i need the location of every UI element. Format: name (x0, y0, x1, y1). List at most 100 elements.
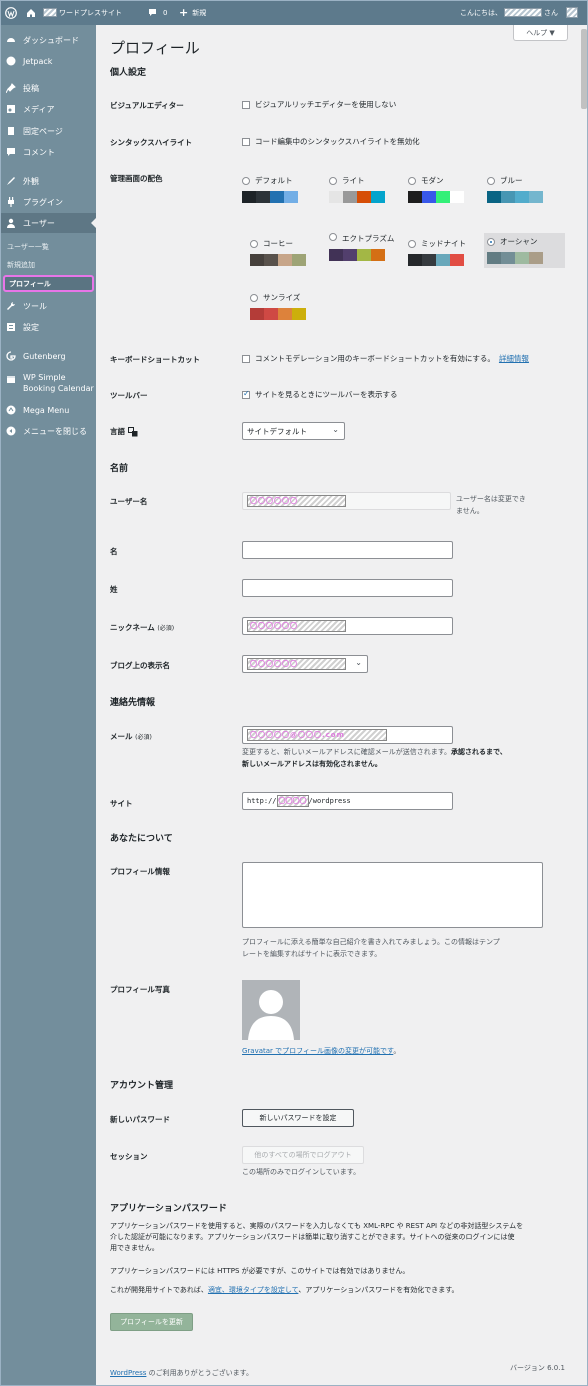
environment-type-link[interactable]: 適宜、環境タイプを設定して (208, 1286, 298, 1294)
wordpress-logo-icon[interactable] (5, 0, 17, 25)
checkbox-box[interactable] (242, 137, 250, 146)
radio-button[interactable] (242, 176, 250, 185)
color-scheme-option[interactable]: エクトプラズム (329, 233, 404, 261)
avatar-small (566, 7, 578, 18)
color-scheme-option[interactable]: サンライズ (250, 292, 325, 320)
gravatar-link[interactable]: Gravatar でプロフィール画像の変更が可能です (242, 1047, 393, 1055)
more-info-link[interactable]: 詳細情報 (499, 353, 529, 364)
sidebar-item-appearance[interactable]: 外観 (0, 171, 96, 191)
color-swatch (292, 308, 306, 320)
translate-icon (128, 426, 138, 436)
language-select[interactable]: サイトデフォルト ⌄ (242, 422, 345, 440)
calendar-icon (7, 376, 15, 383)
tools-icon (7, 302, 15, 310)
dashboard-icon (7, 38, 15, 42)
color-scheme-option[interactable]: コーヒー (250, 238, 325, 266)
sidebar-item-media[interactable]: メディア (0, 99, 96, 119)
session-note: この場所のみでログインしています。 (242, 1168, 361, 1176)
color-scheme-option[interactable]: オーシャン (484, 233, 565, 268)
sidebar-item-tools[interactable]: ツール (0, 296, 96, 316)
last-name-field[interactable] (242, 579, 453, 597)
radio-button[interactable] (250, 239, 258, 248)
submenu-add-new[interactable]: 新規追加 (0, 257, 96, 272)
logout-everywhere-button[interactable]: 他のすべての場所でログアウト (242, 1146, 364, 1164)
comment-bubble-icon (149, 9, 156, 16)
radio-button[interactable] (329, 233, 337, 241)
keyboard-shortcuts-checkbox[interactable]: コメントモデレーション用のキーボードショートカットを有効にする。 詳細情報 (242, 353, 529, 364)
color-scheme-name: ライト (342, 176, 365, 185)
visual-editor-checkbox[interactable]: ビジュアルリッチエディターを使用しない (242, 99, 396, 110)
color-swatch (278, 254, 292, 266)
first-name-field[interactable] (242, 541, 453, 559)
set-new-password-button[interactable]: 新しいパスワードを設定 (242, 1109, 354, 1127)
radio-button[interactable] (487, 176, 495, 185)
radio-button[interactable] (250, 293, 258, 302)
sidebar-item-pages[interactable]: 固定ページ (0, 121, 96, 141)
toolbar-checkbox[interactable]: サイトを見るときにツールバーを表示する (242, 389, 398, 400)
comments-link[interactable]: 0 (148, 0, 167, 25)
my-account-link[interactable]: こんにちは、 さん (460, 0, 578, 25)
color-scheme-option[interactable]: デフォルト (242, 175, 317, 203)
gravatar-note: Gravatar でプロフィール画像の変更が可能です。 (242, 1047, 401, 1055)
checkbox-checked-box[interactable] (242, 389, 250, 399)
main-content: ヘルプ ▼ プロフィール 個人設定 ビジュアルエディター ビジュアルリッチエディ… (96, 25, 588, 1386)
sidebar-item-posts[interactable]: 投稿 (0, 78, 96, 98)
site-home-link[interactable]: ワードプレスサイト (26, 0, 122, 25)
radio-button[interactable] (329, 176, 337, 185)
sidebar-item-users[interactable]: ユーザー (0, 213, 96, 233)
radio-button[interactable] (408, 239, 416, 248)
radio-button[interactable] (408, 176, 416, 185)
sidebar-item-plugins[interactable]: プラグイン (0, 192, 96, 212)
apppass-description: アプリケーションパスワードを使用すると、実際のパスワードを入力しなくても XML… (110, 1222, 524, 1252)
color-swatch (256, 191, 270, 203)
display-name-select[interactable]: 〇〇〇〇〇〇 ⌄ (242, 655, 368, 673)
new-content-link[interactable]: + 新規 (179, 0, 206, 25)
submenu-user-list[interactable]: ユーザー一覧 (0, 239, 96, 254)
color-scheme-option[interactable]: ミッドナイト (408, 238, 483, 266)
color-swatch (329, 249, 343, 261)
syntax-highlight-label: シンタックスハイライト (110, 138, 193, 147)
media-icon (7, 105, 15, 113)
wordpress-link[interactable]: WordPress (110, 1369, 146, 1377)
color-swatch (408, 254, 422, 266)
about-yourself-heading: あなたについて (110, 834, 173, 844)
website-field[interactable]: http://〇〇〇〇/wordpress (242, 792, 453, 810)
color-scheme-option[interactable]: ブルー (487, 175, 562, 203)
sidebar-item-settings[interactable]: 設定 (0, 317, 96, 337)
sidebar-collapse-menu[interactable]: メニューを閉じる (0, 421, 96, 441)
scrollbar-thumb[interactable] (581, 29, 587, 109)
first-name-label: 名 (110, 547, 118, 556)
megamenu-icon (6, 405, 16, 415)
nickname-field[interactable]: 〇〇〇〇〇〇 (242, 617, 453, 635)
color-swatches (408, 254, 483, 266)
color-swatch (422, 254, 436, 266)
footer-thanks: WordPress のご利用ありがとうございます。 (110, 1369, 253, 1377)
sidebar-item-mega-menu[interactable]: Mega Menu (0, 400, 96, 420)
scrollbar[interactable] (580, 25, 588, 1386)
syntax-highlight-checkbox[interactable]: コード編集中のシンタックスハイライトを無効化 (242, 136, 420, 147)
color-scheme-name: エクトプラズム (342, 234, 395, 243)
sidebar-item-comments[interactable]: コメント (0, 142, 96, 162)
site-icon-mask (43, 8, 57, 17)
new-label: 新規 (192, 8, 207, 17)
jetpack-icon (6, 56, 16, 66)
users-icon (7, 218, 15, 228)
last-name-label: 姓 (110, 585, 118, 594)
color-scheme-option[interactable]: ライト (329, 175, 404, 203)
radio-button[interactable] (487, 237, 495, 246)
sidebar-item-dashboard[interactable]: ダッシュボード (0, 30, 96, 50)
color-scheme-option[interactable]: モダン (408, 175, 483, 203)
submenu-profile[interactable]: プロフィール (3, 275, 94, 292)
email-field[interactable]: 〇〇〇〇〇@〇〇〇.com (242, 726, 453, 744)
bio-textarea[interactable] (242, 862, 543, 928)
checkbox-box[interactable] (242, 354, 250, 363)
sidebar-item-gutenberg[interactable]: Gutenberg (0, 346, 96, 366)
color-swatches (250, 308, 325, 320)
sidebar-item-booking-calendar[interactable]: WP Simple Booking Calendar (0, 372, 96, 398)
sidebar-item-jetpack[interactable]: Jetpack (0, 51, 96, 71)
checkbox-box[interactable] (242, 100, 250, 109)
greeting-suffix: さん (544, 8, 558, 17)
help-button[interactable]: ヘルプ ▼ (513, 25, 568, 41)
color-scheme-label: 管理画面の配色 (110, 174, 163, 183)
update-profile-button[interactable]: プロフィールを更新 (110, 1313, 193, 1331)
